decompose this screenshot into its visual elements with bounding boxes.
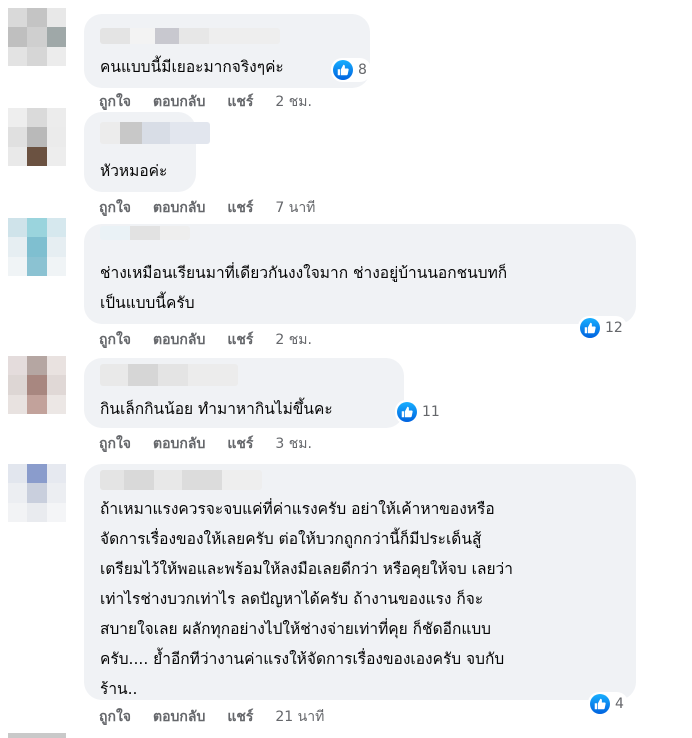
timestamp[interactable]: 21 นาที: [275, 707, 324, 727]
reply-button[interactable]: ตอบกลับ: [153, 434, 205, 454]
timestamp[interactable]: 7 นาที: [275, 198, 315, 218]
reaction-summary[interactable]: 4: [588, 692, 628, 716]
timestamp[interactable]: 3 ชม.: [275, 434, 312, 454]
comment-actions: ถูกใจ ตอบกลับ แชร์ 2 ชม.: [99, 330, 312, 350]
like-thumb-icon: [333, 60, 353, 80]
comment-bubble: คนแบบนี้มีเยอะมากจริงๆค่ะ: [84, 14, 370, 88]
comment-bubble: ถ้าเหมาแรงควรจะจบแค่ที่ค่าแรงครับ อย่าให…: [84, 464, 636, 700]
comment-actions: ถูกใจ ตอบกลับ แชร์ 21 นาที: [99, 707, 324, 727]
comment-actions: ถูกใจ ตอบกลับ แชร์ 7 นาที: [99, 198, 315, 218]
reaction-count: 8: [358, 62, 367, 78]
reaction-summary[interactable]: 12: [578, 316, 627, 340]
commenter-name-redacted[interactable]: [100, 28, 280, 44]
comment-text: ช่างเหมือนเรียนมาที่เดียวกันงงใจมาก ช่าง…: [100, 264, 508, 312]
comment-text: ถ้าเหมาแรงควรจะจบแค่ที่ค่าแรงครับ อย่าให…: [100, 500, 513, 698]
comment-bubble: ช่างเหมือนเรียนมาที่เดียวกันงงใจมาก ช่าง…: [84, 224, 636, 324]
timestamp[interactable]: 2 ชม.: [275, 92, 312, 112]
commenter-avatar[interactable]: [8, 464, 66, 522]
comment-text: หัวหมอค่ะ: [100, 162, 168, 180]
share-button[interactable]: แชร์: [227, 92, 253, 112]
like-thumb-icon: [397, 402, 417, 422]
commenter-name-redacted[interactable]: [100, 226, 190, 240]
reply-button[interactable]: ตอบกลับ: [153, 330, 205, 350]
reaction-summary[interactable]: 11: [395, 400, 444, 424]
share-button[interactable]: แชร์: [227, 707, 253, 727]
comment-text: กินเล็กกินน้อย ทำมาหากินไม่ขึ้นคะ: [100, 400, 333, 418]
reaction-count: 12: [605, 320, 623, 336]
comment-text: คนแบบนี้มีเยอะมากจริงๆค่ะ: [100, 58, 284, 76]
like-button[interactable]: ถูกใจ: [99, 707, 131, 727]
commenter-name-redacted[interactable]: [100, 364, 238, 386]
commenter-avatar[interactable]: [8, 8, 66, 66]
commenter-name-redacted[interactable]: [100, 470, 262, 490]
commenter-avatar[interactable]: [8, 356, 66, 414]
like-thumb-icon: [590, 694, 610, 714]
like-button[interactable]: ถูกใจ: [99, 330, 131, 350]
next-commenter-avatar[interactable]: [8, 733, 66, 738]
like-button[interactable]: ถูกใจ: [99, 92, 131, 112]
commenter-avatar[interactable]: [8, 218, 66, 276]
like-button[interactable]: ถูกใจ: [99, 198, 131, 218]
reaction-summary[interactable]: 8: [331, 58, 371, 82]
reply-button[interactable]: ตอบกลับ: [153, 707, 205, 727]
reaction-count: 11: [422, 404, 440, 420]
share-button[interactable]: แชร์: [227, 330, 253, 350]
share-button[interactable]: แชร์: [227, 434, 253, 454]
like-button[interactable]: ถูกใจ: [99, 434, 131, 454]
reply-button[interactable]: ตอบกลับ: [153, 198, 205, 218]
comment-bubble: หัวหมอค่ะ: [84, 112, 210, 192]
timestamp[interactable]: 2 ชม.: [275, 330, 312, 350]
commenter-name-redacted[interactable]: [100, 122, 210, 144]
like-thumb-icon: [580, 318, 600, 338]
comment-bubble: กินเล็กกินน้อย ทำมาหากินไม่ขึ้นคะ: [84, 358, 404, 428]
reply-button[interactable]: ตอบกลับ: [153, 92, 205, 112]
comment-actions: ถูกใจ ตอบกลับ แชร์ 3 ชม.: [99, 434, 312, 454]
comment-actions: ถูกใจ ตอบกลับ แชร์ 2 ชม.: [99, 92, 312, 112]
commenter-avatar[interactable]: [8, 108, 66, 166]
reaction-count: 4: [615, 696, 624, 712]
share-button[interactable]: แชร์: [227, 198, 253, 218]
